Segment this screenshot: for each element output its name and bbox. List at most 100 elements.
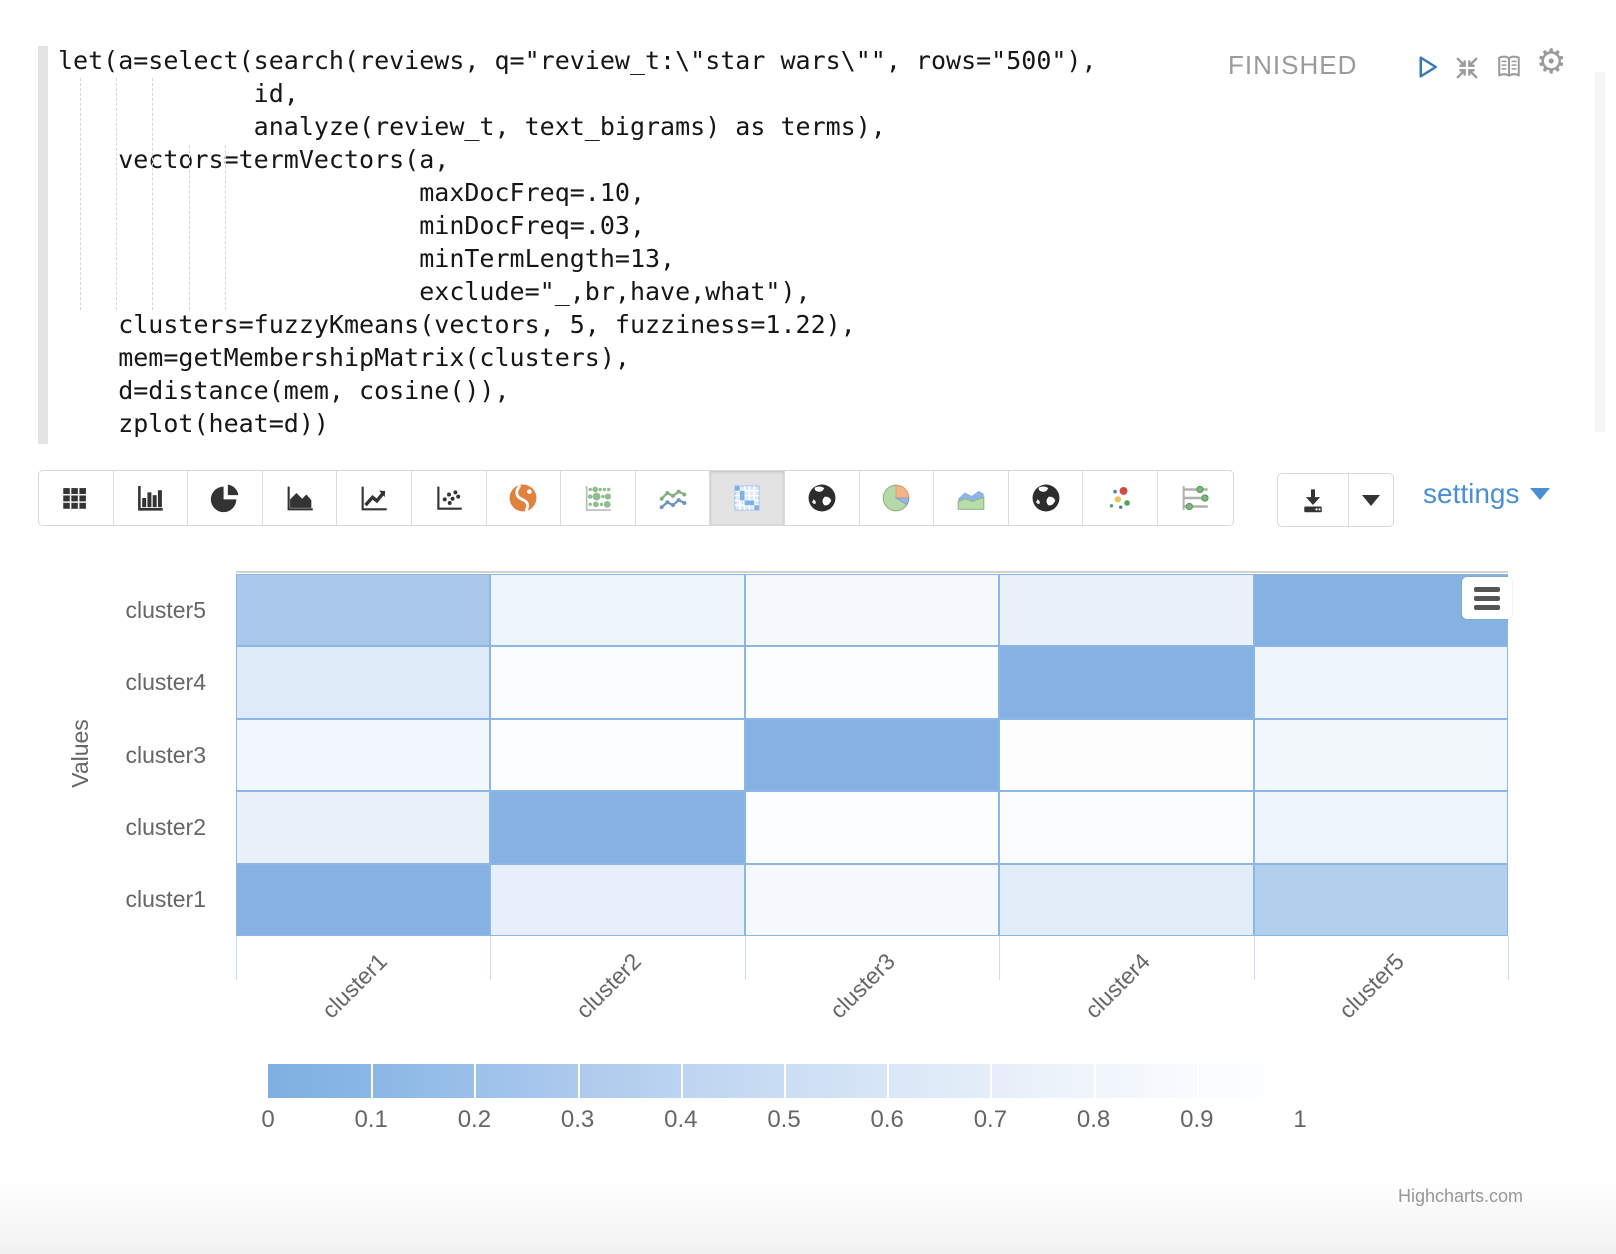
chart-type-map[interactable]: [487, 471, 562, 525]
x-axis-label: cluster1: [316, 948, 392, 1024]
legend-tick: 0.4: [664, 1106, 697, 1134]
code-line[interactable]: exclude="_,br,have,what"),: [58, 275, 1097, 308]
x-axis-label: cluster5: [1334, 948, 1410, 1024]
code-line[interactable]: id,: [58, 77, 1097, 110]
legend-divider: [887, 1064, 889, 1098]
heatmap-cell-cluster1-cluster3[interactable]: [745, 864, 999, 936]
chart-type-pie-colored[interactable]: [860, 471, 935, 525]
pie-chart-icon: [208, 481, 242, 515]
legend-divider: [474, 1064, 476, 1098]
heatmap-cell-cluster2-cluster4[interactable]: [999, 791, 1253, 863]
legend-tick-labels: 00.10.20.30.40.50.60.70.80.91: [268, 1106, 1300, 1146]
legend-tick: 0.8: [1077, 1106, 1110, 1134]
heatmap-cell-cluster3-cluster5[interactable]: [1254, 719, 1508, 791]
legend-divider: [1094, 1064, 1096, 1098]
heatmap-cell-cluster5-cluster2[interactable]: [490, 574, 744, 646]
heatmap-cell-cluster4-cluster5[interactable]: [1254, 646, 1508, 718]
heatmap-cell-cluster5-cluster1[interactable]: [236, 574, 490, 646]
heatmap-cell-cluster3-cluster1[interactable]: [236, 719, 490, 791]
legend-tick: 0.6: [871, 1106, 904, 1134]
chart-type-heatmap[interactable]: [710, 471, 785, 525]
report-view-button[interactable]: [1494, 52, 1524, 87]
x-axis-labels: cluster1cluster2cluster3cluster4cluster5: [236, 948, 1508, 1058]
y-axis-label: cluster5: [96, 574, 206, 646]
download-group: [1277, 473, 1394, 527]
legend-tick: 0.1: [355, 1106, 388, 1134]
heatmap-cell-cluster2-cluster5[interactable]: [1254, 791, 1508, 863]
heatmap-cell-cluster4-cluster4[interactable]: [999, 646, 1253, 718]
legend-tick: 0: [261, 1106, 274, 1134]
code-line[interactable]: clusters=fuzzyKmeans(vectors, 5, fuzzine…: [58, 308, 1097, 341]
code-lines: let(a=select(search(reviews, q="review_t…: [58, 44, 1097, 440]
run-button[interactable]: [1412, 52, 1442, 87]
area-colored-icon: [954, 481, 988, 515]
chart-type-scatter[interactable]: [412, 471, 487, 525]
collapse-button[interactable]: [1453, 54, 1481, 87]
chart-type-pie[interactable]: [188, 471, 263, 525]
chart-type-table[interactable]: [39, 471, 114, 525]
editor-scrollbar[interactable]: [1595, 72, 1605, 432]
heatmap-cell-cluster4-cluster3[interactable]: [745, 646, 999, 718]
chart-type-line[interactable]: [337, 471, 412, 525]
heatmap-cell-cluster4-cluster1[interactable]: [236, 646, 490, 718]
heatmap-cell-cluster1-cluster4[interactable]: [999, 864, 1253, 936]
legend-tick: 0.2: [458, 1106, 491, 1134]
indent-guide: [225, 145, 226, 310]
heatmap-cell-cluster2-cluster2[interactable]: [490, 791, 744, 863]
heatmap-cell-cluster1-cluster1[interactable]: [236, 864, 490, 936]
legend-tick: 0.7: [974, 1106, 1007, 1134]
chart-type-scatter-colored[interactable]: [1083, 471, 1158, 525]
code-editor[interactable]: let(a=select(search(reviews, q="review_t…: [58, 44, 1097, 440]
chart-type-area[interactable]: [263, 471, 338, 525]
code-line[interactable]: maxDocFreq=.10,: [58, 176, 1097, 209]
table-icon: [59, 481, 93, 515]
heatmap-cell-cluster3-cluster4[interactable]: [999, 719, 1253, 791]
code-line[interactable]: analyze(review_t, text_bigrams) as terms…: [58, 110, 1097, 143]
chart-context-menu-button[interactable]: [1462, 577, 1512, 619]
chart-type-bar[interactable]: [114, 471, 189, 525]
heatmap-cell-cluster5-cluster3[interactable]: [745, 574, 999, 646]
chart-type-globe-dark[interactable]: [785, 471, 860, 525]
heatmap-cell-cluster2-cluster1[interactable]: [236, 791, 490, 863]
code-line[interactable]: zplot(heat=d)): [58, 407, 1097, 440]
indent-guide: [189, 145, 190, 310]
settings-label: settings: [1423, 478, 1520, 510]
chart-type-parallel-coordinates[interactable]: [1158, 471, 1233, 525]
code-line[interactable]: minTermLength=13,: [58, 242, 1097, 275]
code-line[interactable]: d=distance(mem, cosine()),: [58, 374, 1097, 407]
heatmap-cell-cluster3-cluster3[interactable]: [745, 719, 999, 791]
legend-divider: [681, 1064, 683, 1098]
settings-toggle[interactable]: settings: [1423, 478, 1550, 510]
y-axis-title: Values: [67, 719, 94, 788]
heatmap-cell-cluster1-cluster5[interactable]: [1254, 864, 1508, 936]
pie-colored-icon: [879, 481, 913, 515]
x-axis-label: cluster4: [1079, 948, 1155, 1024]
settings-gear-button[interactable]: ⚙: [1536, 42, 1566, 82]
code-line[interactable]: let(a=select(search(reviews, q="review_t…: [58, 44, 1097, 77]
plot-top-border: [236, 571, 1508, 573]
globe-dark-icon: [1029, 481, 1063, 515]
heatmap-cell-cluster5-cluster4[interactable]: [999, 574, 1253, 646]
multi-line-chart-icon: [656, 481, 690, 515]
heatmap-cell-cluster4-cluster2[interactable]: [490, 646, 744, 718]
chart-type-area-colored[interactable]: [934, 471, 1009, 525]
legend-divider: [1197, 1064, 1199, 1098]
download-icon: [1298, 485, 1328, 515]
chart-type-bubble-grid[interactable]: [561, 471, 636, 525]
code-line[interactable]: minDocFreq=.03,: [58, 209, 1097, 242]
heatmap-cell-cluster3-cluster2[interactable]: [490, 719, 744, 791]
code-line[interactable]: vectors=termVectors(a,: [58, 143, 1097, 176]
heatmap-cell-cluster1-cluster2[interactable]: [490, 864, 744, 936]
chart-type-globe-dark-2[interactable]: [1009, 471, 1084, 525]
download-options-button[interactable]: [1349, 474, 1393, 526]
chart-type-multi-line[interactable]: [636, 471, 711, 525]
indent-guide: [152, 78, 153, 310]
download-button[interactable]: [1278, 474, 1349, 526]
chart-type-toolbar: [38, 470, 1234, 526]
legend-divider: [371, 1064, 373, 1098]
heatmap-icon: [730, 481, 764, 515]
code-line[interactable]: mem=getMembershipMatrix(clusters),: [58, 341, 1097, 374]
heatmap-cell-cluster2-cluster3[interactable]: [745, 791, 999, 863]
indent-guide: [116, 78, 117, 310]
y-axis-labels: cluster5cluster4cluster3cluster2cluster1: [96, 574, 206, 936]
